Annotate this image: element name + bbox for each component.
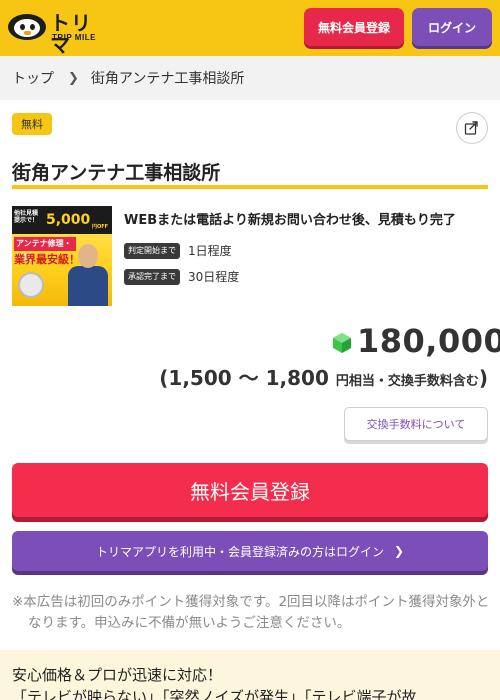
chevron-right-icon: ❯ <box>393 544 405 558</box>
price-main: 180,000 <box>357 322 500 360</box>
meta-tag: 承認完了まで <box>124 268 180 285</box>
page-title: 街角アンテナ工事相談所 <box>12 162 221 184</box>
breadcrumb: トップ ❯ 街角アンテナ工事相談所 <box>0 56 500 100</box>
login-button-label: トリマアプリを利用中・会員登録済みの方はログイン <box>95 544 384 559</box>
offer-description: WEBまたは電話より新規お問い合わせ後、見積もり完了 <box>124 213 456 228</box>
register-button-header[interactable]: 無料会員登録 <box>304 8 404 46</box>
price-range-value: 1,500 〜 1,800 <box>168 366 329 390</box>
meta-row-approve: 承認完了まで 30日程度 <box>124 268 239 285</box>
chevron-right-icon: ❯ <box>68 70 79 86</box>
header: トリマ TRIP MILE 無料会員登録 ログイン <box>0 0 500 56</box>
fee-info-button[interactable]: 交換手数料について <box>344 407 488 441</box>
meta-tag: 判定開始まで <box>124 242 180 259</box>
register-button-main[interactable]: 無料会員登録 <box>12 463 488 517</box>
breadcrumb-current: 街角アンテナ工事相談所 <box>90 71 245 87</box>
gem-icon <box>333 333 351 353</box>
free-badge: 無料 <box>12 113 52 135</box>
share-icon <box>464 121 478 135</box>
title-underline <box>12 185 488 189</box>
ad-tag: 他社見積 提示で！ <box>14 210 39 224</box>
breadcrumb-home-link[interactable]: トップ <box>12 68 54 88</box>
logo-subtext: TRIP MILE <box>52 33 96 42</box>
antenna-dish-icon <box>18 272 44 298</box>
notice-text: ※本広告は初回のみポイント獲得対象です。2回目以降はポイント獲得対象外となります… <box>12 594 490 631</box>
login-button-header[interactable]: ログイン <box>412 8 492 46</box>
price-range: (1,500 〜 1,800 円相当・交換手数料含む) <box>159 366 488 390</box>
promo-body: 「テレビが映らない」「突然ノイズが発生」「テレビ端子が故 <box>12 688 417 700</box>
promo-headline: 安心価格＆プロが迅速に対応！ <box>12 666 223 684</box>
meta-value: 30日程度 <box>188 270 240 284</box>
ad-price: 5,000 <box>46 212 91 228</box>
meta-row-judge: 判定開始まで 1日程度 <box>124 242 232 259</box>
share-button[interactable] <box>456 112 488 144</box>
login-button-main[interactable]: トリマアプリを利用中・会員登録済みの方はログイン ❯ <box>12 531 488 571</box>
mascot-icon <box>8 14 46 40</box>
ad-off-text: 円OFF <box>92 224 109 230</box>
ad-person-illustration <box>66 244 110 306</box>
ad-banner-image: 他社見積 提示で！ 5,000 円OFF アンテナ修理・設置 業界最安級！ <box>12 206 112 306</box>
price-range-suffix: 円相当・交換手数料含む <box>335 374 479 389</box>
meta-value: 1日程度 <box>188 244 232 258</box>
promo-section: 安心価格＆プロが迅速に対応！ 「テレビが映らない」「突然ノイズが発生」「テレビ端… <box>0 650 500 700</box>
logo[interactable]: トリマ TRIP MILE <box>8 12 98 56</box>
